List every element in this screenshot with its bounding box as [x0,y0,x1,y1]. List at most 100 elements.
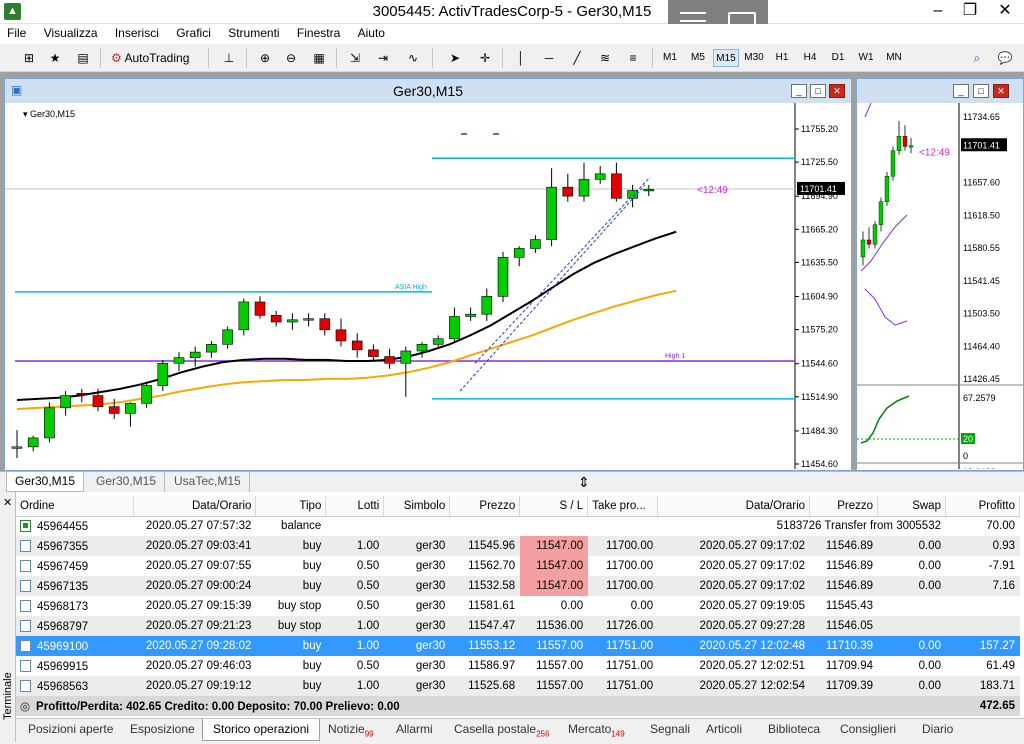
indicators-icon[interactable]: ∿ [402,47,424,69]
tf-m5[interactable]: M5 [685,49,711,67]
tab-signals[interactable]: Segnali [640,719,700,741]
tf-h1[interactable]: H1 [769,49,795,67]
chart-bars-icon[interactable]: ⊥ [218,47,240,69]
col-price[interactable]: Prezzo [449,496,521,517]
chart-minimize-button[interactable]: _ [791,84,807,98]
table-row-selected[interactable]: 45969100 2020.05.27 09:28:02 buy 1.00 ge… [16,636,1020,656]
chart-window-ger30[interactable]: ▣ Ger30,M15 _ □ ✕ ▾ Ger30,M15 11755.20 117… [4,78,852,471]
col-close-time[interactable]: Data/Orario [657,496,811,517]
trendline-icon[interactable]: ╱ [566,47,588,69]
chart-tab-2[interactable]: Ger30,M15 [88,472,166,492]
close-button[interactable]: ✕ [988,0,1022,24]
col-open-time[interactable]: Data/Orario [133,496,257,517]
menu-insert[interactable]: Inserisci [108,24,166,40]
cell-tp: 11700.00 [587,576,658,596]
horizontal-line-icon[interactable]: ─ [538,47,560,69]
restore-button[interactable]: ❐ [954,0,986,24]
table-row[interactable]: 45969915 2020.05.27 09:46:03 buy 0.50 ge… [16,656,1020,676]
table-row[interactable]: 45968563 2020.05.27 09:19:12 buy 1.00 ge… [16,676,1020,696]
col-close-price[interactable]: Prezzo [809,496,879,517]
chart-tab-1[interactable]: Ger30,M15 [6,472,85,492]
chart-shift-icon[interactable]: ⇥ [372,47,394,69]
autoscroll-icon[interactable]: ⇲ [344,47,366,69]
price-tick-label: 11755.20 [801,124,838,134]
col-lots[interactable]: Lotti [325,496,385,517]
tf-m30[interactable]: M30 [741,49,767,67]
tf-h4[interactable]: H4 [797,49,823,67]
side-chart-minimize-button[interactable]: _ [953,84,969,98]
channel-icon[interactable]: ≋ [594,47,616,69]
cell-close-time: 2020.05.27 09:17:02 [657,536,810,556]
tab-library[interactable]: Biblioteca [758,719,830,741]
cell-lots: 0.50 [356,560,380,572]
tab-mailbox[interactable]: Casella postale256 [444,719,559,741]
chat-icon[interactable]: 💬 [994,47,1016,69]
tf-m15[interactable]: M15 [713,49,739,67]
table-row[interactable]: 45968173 2020.05.27 09:15:39 buy stop 0.… [16,596,1020,616]
side-price-chart[interactable]: 11734.65 11657.60 11618.50 11580.55 11541.45… [857,103,1023,469]
cell-symbol: ger30 [383,576,450,596]
chart-close-button[interactable]: ✕ [829,84,845,98]
menu-view[interactable]: Visualizza [37,24,105,40]
new-chart-icon[interactable]: ⊞ [18,47,40,69]
tab-market[interactable]: Mercato149 [558,719,635,741]
menu-help[interactable]: Aiuto [351,24,392,40]
search-icon[interactable]: ⌕ [966,47,988,69]
tile-windows-icon[interactable]: ▦ [308,47,330,69]
menu-charts[interactable]: Grafici [169,24,218,40]
tab-open-positions[interactable]: Posizioni aperte [18,719,123,741]
tab-experts[interactable]: Consiglieri [830,719,906,741]
price-chart[interactable]: ▾ Ger30,M1511755.2011725.5011694.9011665… [5,103,851,469]
history-table: Ordine Data/Orario Tipo Lotti Simbolo Pr… [16,496,1021,716]
cell-tp: 11751.00 [587,636,658,656]
cell-lots: 1.00 [325,616,384,636]
vertical-line-icon[interactable]: │ [510,47,532,69]
table-row[interactable]: 45964455 2020.05.27 07:57:32 balance 518… [16,516,1020,536]
side-chart-close-button[interactable]: ✕ [993,84,1009,98]
tf-m1[interactable]: M1 [657,49,683,67]
tab-alerts[interactable]: Allarmi [386,719,443,741]
menu-file[interactable]: File [0,24,33,40]
menu-window[interactable]: Finestra [290,24,347,40]
table-row[interactable]: 45967355 2020.05.27 09:03:41 buy 1.00 ge… [16,536,1020,556]
side-chart-maximize-button[interactable]: □ [973,84,989,98]
col-profit[interactable]: Profitto [945,496,1021,517]
col-symbol[interactable]: Simbolo [383,496,451,517]
cell-swap: 0.00 [877,536,946,556]
tf-w1[interactable]: W1 [853,49,879,67]
cursor-icon[interactable]: ➤ [444,47,466,69]
zoom-in-icon[interactable]: ⊕ [254,47,276,69]
chart-tab-3[interactable]: UsaTec,M15 [166,472,250,492]
col-sl[interactable]: S / L [519,496,589,517]
cell-lots: 0.50 [356,660,380,672]
crosshair-icon[interactable]: ✛ [474,47,496,69]
cell-close-price: 11709.94 [825,660,874,672]
autotrading-button[interactable]: ⚙ AutoTrading [106,47,202,69]
col-swap[interactable]: Swap [877,496,946,517]
minimize-button[interactable]: – [922,0,954,24]
col-type[interactable]: Tipo [255,496,327,517]
tab-articles[interactable]: Articoli [696,719,752,741]
summary-total: 472.65 [945,696,1020,716]
table-row[interactable]: 45967459 2020.05.27 09:07:55 buy 0.50 ge… [16,556,1020,576]
tab-exposure[interactable]: Esposizione [120,719,205,741]
table-row[interactable]: 45968797 2020.05.27 09:21:23 buy stop 1.… [16,616,1020,636]
navigator-icon[interactable]: ▤ [72,47,94,69]
tf-mn[interactable]: MN [881,49,907,67]
tf-d1[interactable]: D1 [825,49,851,67]
fibonacci-icon[interactable]: ≡ [622,47,644,69]
chart-window-side[interactable]: _ □ ✕ 11734.65 11657.60 11618.50 11580.55 11… [856,78,1024,471]
tab-history[interactable]: Storico operazioni [202,719,321,741]
cell-order: 45964455 [37,520,89,533]
menu-tools[interactable]: Strumenti [221,24,286,40]
splitter-resize-icon[interactable]: ⇕ [578,474,590,491]
col-order[interactable]: Ordine [16,496,135,517]
table-row[interactable]: 45967135 2020.05.27 09:00:24 buy 0.50 ge… [16,576,1020,596]
tab-journal[interactable]: Diario [912,719,963,741]
chart-maximize-button[interactable]: □ [810,84,826,98]
zoom-out-icon[interactable]: ⊖ [280,47,302,69]
col-tp[interactable]: Take pro... [587,496,659,517]
terminal-close-icon[interactable]: ✕ [3,496,12,509]
profiles-icon[interactable]: ★ [44,47,66,69]
tab-news[interactable]: Notizie99 [318,719,384,741]
